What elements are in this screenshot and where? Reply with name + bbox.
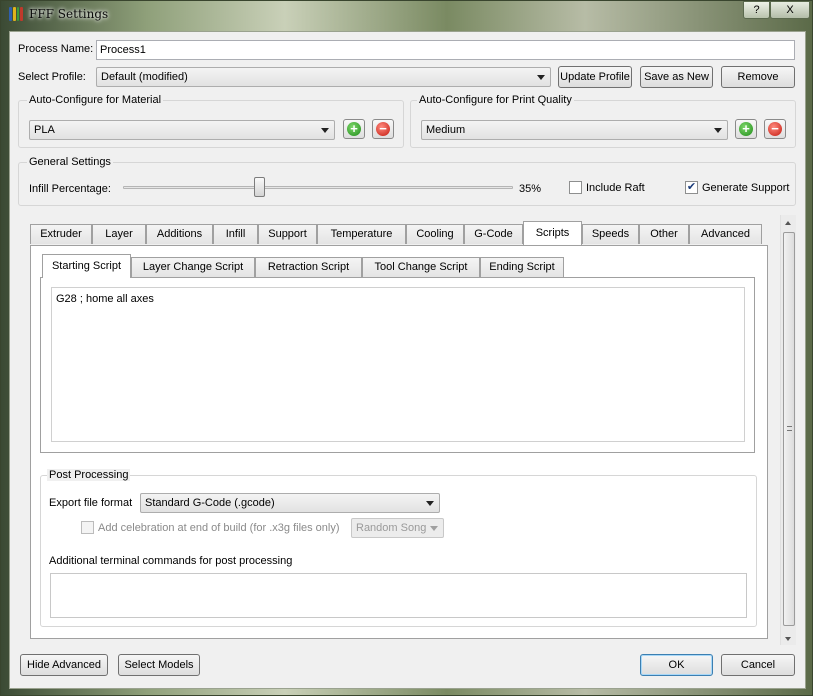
- infill-slider-handle[interactable]: [254, 177, 265, 197]
- post-processing-group: Post Processing Export file format Stand…: [40, 469, 757, 627]
- material-dropdown[interactable]: PLA: [29, 120, 335, 140]
- select-models-button[interactable]: Select Models: [118, 654, 200, 676]
- app-icon-stripe: [16, 7, 20, 21]
- export-format-label: Export file format: [49, 497, 133, 509]
- tab-starting-script[interactable]: Starting Script: [42, 254, 131, 278]
- app-icon-stripe: [20, 7, 23, 21]
- remove-quality-button[interactable]: −: [764, 119, 786, 139]
- generate-support-checkbox[interactable]: ✔: [685, 181, 698, 194]
- celebration-label: Add celebration at end of build (for .x3…: [98, 522, 340, 534]
- export-format-dropdown[interactable]: Standard G-Code (.gcode): [140, 493, 440, 513]
- quality-group-title: Auto-Configure for Print Quality: [417, 94, 574, 106]
- song-dropdown-value: Random Song: [356, 522, 427, 534]
- chevron-down-icon: [714, 128, 722, 133]
- update-profile-button[interactable]: Update Profile: [558, 66, 632, 88]
- chevron-down-icon: [321, 128, 329, 133]
- include-raft-label: Include Raft: [586, 182, 645, 194]
- title-bar[interactable]: FFF Settings ? X: [1, 1, 812, 27]
- window-title: FFF Settings: [29, 7, 109, 21]
- help-button[interactable]: ?: [743, 1, 770, 19]
- infill-percentage-label: Infill Percentage:: [29, 183, 111, 195]
- tab-layer-change-script[interactable]: Layer Change Script: [131, 257, 255, 277]
- infill-slider-track[interactable]: [123, 186, 513, 189]
- dialog-client: Process Name: Process1 Select Profile: D…: [9, 31, 806, 689]
- tab-advanced[interactable]: Advanced: [689, 224, 762, 244]
- quality-group: Auto-Configure for Print Quality Medium …: [410, 94, 796, 148]
- select-profile-label: Select Profile:: [18, 71, 86, 83]
- ok-button[interactable]: OK: [640, 654, 713, 676]
- app-icon-stripe: [12, 7, 16, 21]
- tab-extruder[interactable]: Extruder: [30, 224, 92, 244]
- settings-tabbar: Extruder Layer Additions Infill Support …: [30, 221, 770, 246]
- remove-material-button[interactable]: −: [372, 119, 394, 139]
- material-group-title: Auto-Configure for Material: [27, 94, 164, 106]
- tab-temperature[interactable]: Temperature: [317, 224, 406, 244]
- plus-icon: +: [739, 122, 753, 136]
- song-dropdown[interactable]: Random Song: [351, 518, 444, 538]
- script-editor[interactable]: G28 ; home all axes: [51, 287, 745, 442]
- general-settings-group: General Settings Infill Percentage: 35% …: [18, 156, 796, 206]
- celebration-checkbox[interactable]: [81, 521, 94, 534]
- process-name-label: Process Name:: [18, 43, 94, 55]
- scroll-down-icon[interactable]: [785, 637, 791, 641]
- add-quality-button[interactable]: +: [735, 119, 757, 139]
- tab-tool-change-script[interactable]: Tool Change Script: [362, 257, 480, 277]
- minus-icon: −: [768, 122, 782, 136]
- tab-layer[interactable]: Layer: [92, 224, 146, 244]
- save-as-new-button[interactable]: Save as New: [640, 66, 713, 88]
- additional-commands-input[interactable]: [50, 573, 747, 618]
- material-group: Auto-Configure for Material PLA + −: [18, 94, 404, 148]
- minus-icon: −: [376, 122, 390, 136]
- quality-dropdown-value: Medium: [426, 124, 466, 136]
- quality-dropdown[interactable]: Medium: [421, 120, 728, 140]
- scroll-up-icon[interactable]: [785, 221, 791, 225]
- post-processing-title: Post Processing: [47, 469, 131, 481]
- tab-retraction-script[interactable]: Retraction Script: [255, 257, 362, 277]
- generate-support-label: Generate Support: [702, 182, 790, 194]
- chevron-down-icon: [537, 75, 545, 80]
- tab-scripts[interactable]: Scripts: [523, 221, 582, 245]
- tab-speeds[interactable]: Speeds: [582, 224, 639, 244]
- script-tabbar: Starting Script Layer Change Script Retr…: [42, 254, 564, 279]
- close-button[interactable]: X: [770, 1, 810, 19]
- tab-infill[interactable]: Infill: [213, 224, 258, 244]
- tab-other[interactable]: Other: [639, 224, 689, 244]
- close-icon: X: [786, 4, 794, 16]
- scripts-tab-panel: Starting Script Layer Change Script Retr…: [30, 245, 768, 639]
- additional-commands-label: Additional terminal commands for post pr…: [49, 555, 293, 567]
- cancel-button[interactable]: Cancel: [721, 654, 795, 676]
- profile-dropdown-value: Default (modified): [101, 71, 188, 83]
- include-raft-checkbox[interactable]: [569, 181, 582, 194]
- script-subpanel: G28 ; home all axes: [40, 277, 755, 453]
- general-settings-title: General Settings: [27, 156, 113, 168]
- tab-cooling[interactable]: Cooling: [406, 224, 464, 244]
- grip-icon: [787, 426, 792, 431]
- chevron-down-icon: [426, 501, 434, 506]
- plus-icon: +: [347, 122, 361, 136]
- app-icon-stripe: [9, 7, 12, 21]
- hide-advanced-button[interactable]: Hide Advanced: [20, 654, 108, 676]
- export-format-value: Standard G-Code (.gcode): [145, 497, 275, 509]
- vertical-scrollbar[interactable]: [780, 215, 796, 645]
- process-name-input[interactable]: Process1: [96, 40, 795, 60]
- tab-support[interactable]: Support: [258, 224, 317, 244]
- material-dropdown-value: PLA: [34, 124, 55, 136]
- profile-dropdown[interactable]: Default (modified): [96, 67, 551, 87]
- remove-button[interactable]: Remove: [721, 66, 795, 88]
- chevron-down-icon: [430, 526, 438, 531]
- add-material-button[interactable]: +: [343, 119, 365, 139]
- tab-gcode[interactable]: G-Code: [464, 224, 523, 244]
- tab-additions[interactable]: Additions: [146, 224, 213, 244]
- infill-value: 35%: [519, 183, 542, 195]
- fff-settings-window: FFF Settings ? X Process Name: Process1 …: [0, 0, 813, 696]
- scrollbar-thumb[interactable]: [783, 232, 795, 626]
- tab-ending-script[interactable]: Ending Script: [480, 257, 564, 277]
- app-icon: [9, 7, 23, 21]
